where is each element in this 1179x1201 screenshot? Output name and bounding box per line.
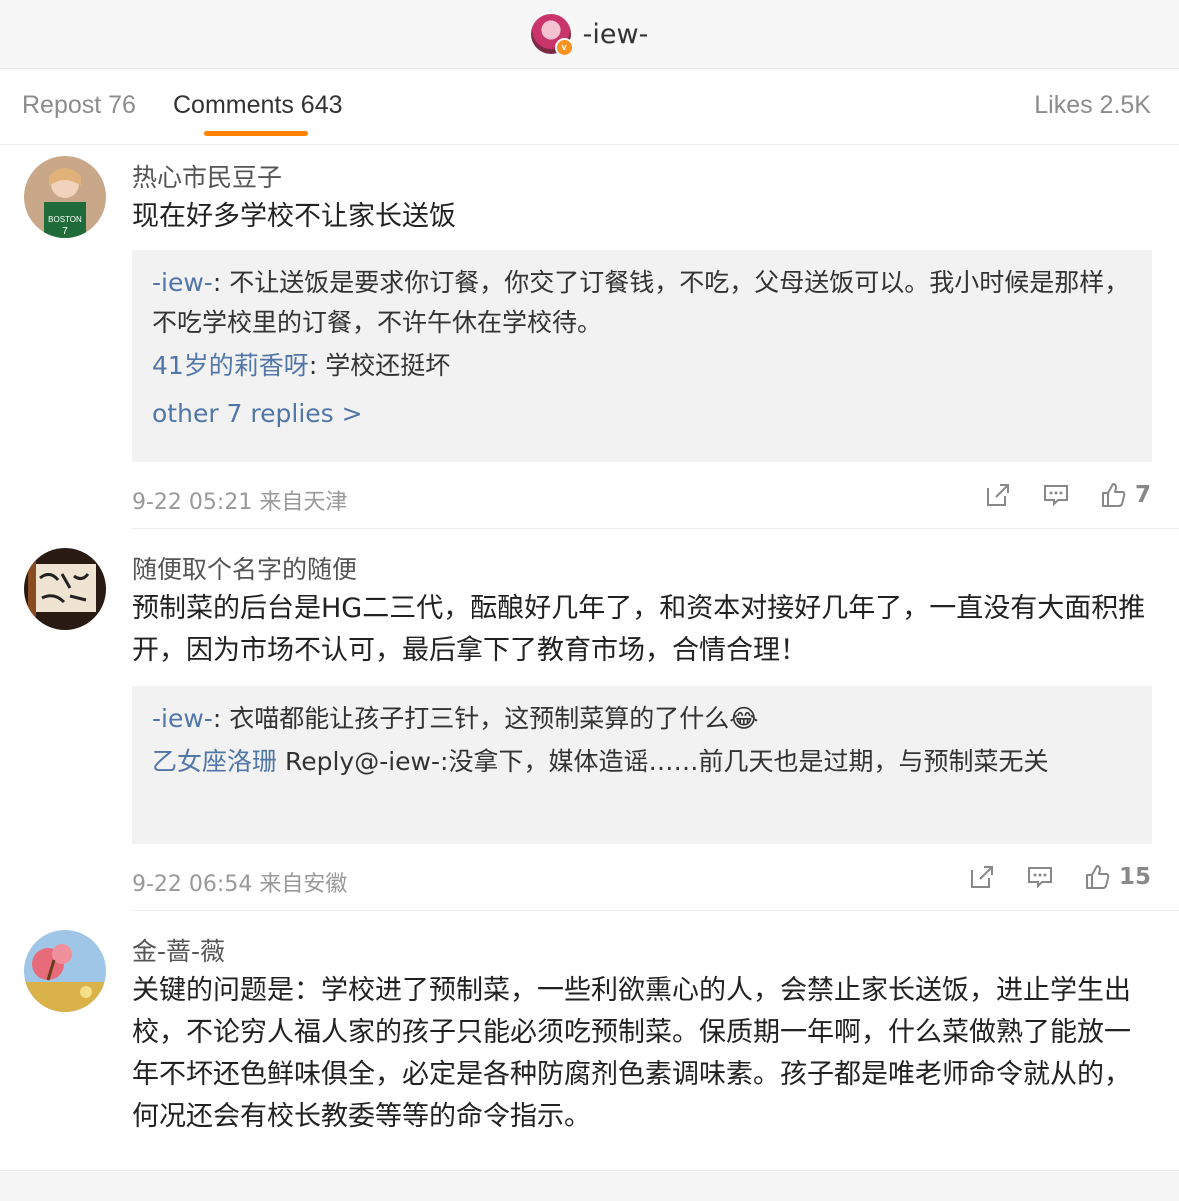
avatar[interactable] [24,548,106,630]
reply-text: Reply@-iew-:没拿下，媒体造谣……前几天也是过期，与预制菜无关 [284,747,1049,776]
comment-meta: 9-22 06:54 来自安徽 [132,872,348,897]
tab-bar: Repost 76 Comments 643 Likes 2.5K [0,69,1179,145]
tab-comments[interactable]: Comments 643 [173,91,343,120]
top-bar: v -iew- [0,0,1179,69]
like-count: 7 [1134,482,1151,508]
reply-item: -iew-: 衣喵都能让孩子打三针，这预制菜算的了什么😂 [152,704,759,733]
comment-icon[interactable] [1043,482,1069,508]
share-icon[interactable] [969,864,995,890]
avatar-image-icon [24,930,106,1012]
comment-item: BOSTON 7 热心市民豆子 现在好多学校不让家长送饭 -iew-: 不让送饭… [0,146,1179,530]
comment-item: 随便取个名字的随便 预制菜的后台是HG二三代，酝酿好几年了，和资本对接好几年了，… [0,538,1179,911]
avatar[interactable]: BOSTON 7 [24,156,106,238]
comment-meta: 9-22 05:21 来自天津 [132,490,348,515]
tab-repost[interactable]: Repost 76 [22,91,136,120]
reply-item: 乙女座洛珊 Reply@-iew-:没拿下，媒体造谣……前几天也是过期，与预制菜… [152,742,1132,782]
author-avatar[interactable]: v [530,14,574,57]
bottom-bar [0,1170,1179,1201]
svg-text:7: 7 [62,226,68,237]
svg-text:BOSTON: BOSTON [48,215,82,224]
page-title: -iew- [582,18,649,50]
reply-text: 不让送饭是要求你订餐，你交了订餐钱，不吃，父母送饭可以。我小时候是那样，不吃学校… [152,268,1130,337]
tab-likes[interactable]: Likes 2.5K [1034,91,1151,120]
reply-username[interactable]: -iew- [152,268,213,297]
share-icon[interactable] [985,482,1011,508]
verified-badge-icon: v [554,38,574,57]
reply-username[interactable]: -iew- [152,704,213,733]
active-tab-indicator [204,131,308,136]
divider [132,910,1179,911]
reply-text: 学校还挺坏 [325,351,451,380]
reply-item: 41岁的莉香呀: 学校还挺坏 [152,351,451,380]
reply-username[interactable]: 41岁的莉香呀 [152,351,309,380]
comment-actions: 7 [953,482,1151,508]
avatar-image-icon: BOSTON 7 [24,156,106,238]
reply-box[interactable]: -iew-: 衣喵都能让孩子打三针，这预制菜算的了什么😂 乙女座洛珊 Reply… [132,686,1152,844]
like-icon[interactable] [1085,864,1111,890]
reply-box[interactable]: -iew-: 不让送饭是要求你订餐，你交了订餐钱，不吃，父母送饭可以。我小时候是… [132,250,1152,462]
comment-text: 现在好多学校不让家长送饭 [132,201,456,232]
comment-username[interactable]: 金-蔷-薇 [132,932,225,968]
avatar[interactable] [24,930,106,1012]
reply-text: 衣喵都能让孩子打三针，这预制菜算的了什么😂 [229,704,759,733]
reply-username[interactable]: 乙女座洛珊 [152,747,277,776]
comment-item: 金-蔷-薇 关键的问题是：学校进了预制菜，一些利欲熏心的人，会禁止家长送饭，进止… [0,920,1179,1170]
divider [132,528,1179,529]
avatar-image-icon [24,548,106,630]
reply-item: -iew-: 不让送饭是要求你订餐，你交了订餐钱，不吃，父母送饭可以。我小时候是… [152,268,1130,337]
like-count: 15 [1118,864,1151,890]
comment-username[interactable]: 热心市民豆子 [132,158,282,194]
comment-username[interactable]: 随便取个名字的随便 [132,550,357,586]
comment-actions: 15 [937,864,1151,890]
comment-icon[interactable] [1027,864,1053,890]
comment-text: 预制菜的后台是HG二三代，酝酿好几年了，和资本对接好几年了，一直没有大面积推开，… [132,593,1146,666]
like-icon[interactable] [1101,482,1127,508]
more-replies-link[interactable]: other 7 replies > [152,394,1132,434]
comment-text: 关键的问题是：学校进了预制菜，一些利欲熏心的人，会禁止家长送饭，进止学生出校，不… [132,975,1131,1132]
